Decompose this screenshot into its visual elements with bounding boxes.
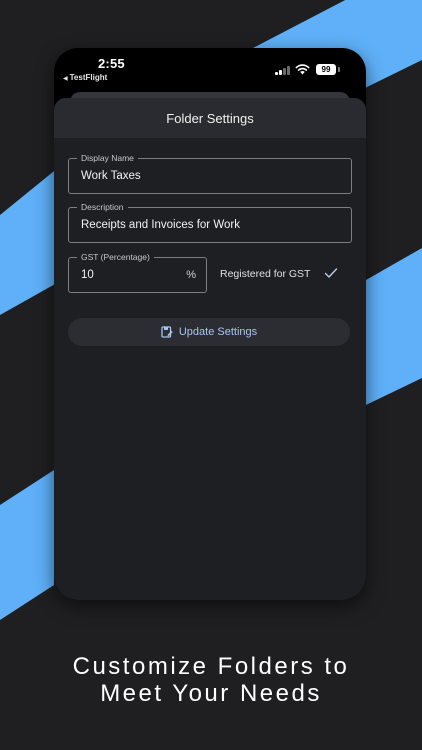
battery-level: 99 [321, 65, 331, 74]
back-to-app-link[interactable]: ◀ TestFlight [63, 73, 107, 82]
update-settings-label: Update Settings [178, 326, 258, 338]
caption-line-2: Meet Your Needs [100, 680, 322, 707]
display-name-field[interactable]: Display Name Work Taxes [68, 152, 352, 194]
battery-tip [338, 67, 340, 72]
gst-percentage-value: 10 [81, 269, 94, 281]
description-label: Description [77, 201, 128, 213]
back-triangle-icon: ◀ [63, 76, 68, 82]
checkmark-icon[interactable] [324, 266, 338, 280]
status-bar: 2:55 ◀ TestFlight 99 [54, 48, 366, 88]
description-value: Receipts and Invoices for Work [81, 219, 240, 231]
gst-percent-suffix: % [186, 269, 196, 281]
gst-percentage-label: GST (Percentage) [77, 251, 154, 263]
display-name-value: Work Taxes [81, 170, 141, 182]
promo-caption: Customize Folders to Meet Your Needs [0, 653, 422, 707]
cellular-signal-icon [275, 65, 291, 75]
save-edit-icon [161, 326, 173, 338]
battery-icon: 99 [316, 64, 336, 75]
caption-line-1: Customize Folders to [72, 653, 350, 680]
registered-for-gst-label: Registered for GST [220, 268, 311, 280]
update-settings-button[interactable]: Update Settings [68, 318, 350, 346]
sheet-title: Folder Settings [166, 111, 254, 126]
description-field[interactable]: Description Receipts and Invoices for Wo… [68, 201, 352, 243]
sheet-header: Folder Settings [54, 98, 366, 138]
status-time: 2:55 [98, 56, 125, 71]
display-name-label: Display Name [77, 152, 138, 164]
folder-settings-sheet: Folder Settings Display Name Work Taxes … [54, 98, 366, 600]
wifi-icon [295, 64, 310, 75]
back-app-label: TestFlight [69, 73, 108, 82]
gst-percentage-field[interactable]: GST (Percentage) 10 % [68, 251, 207, 293]
phone-frame: 2:55 ◀ TestFlight 99 Folder Settings Disp… [54, 48, 366, 600]
